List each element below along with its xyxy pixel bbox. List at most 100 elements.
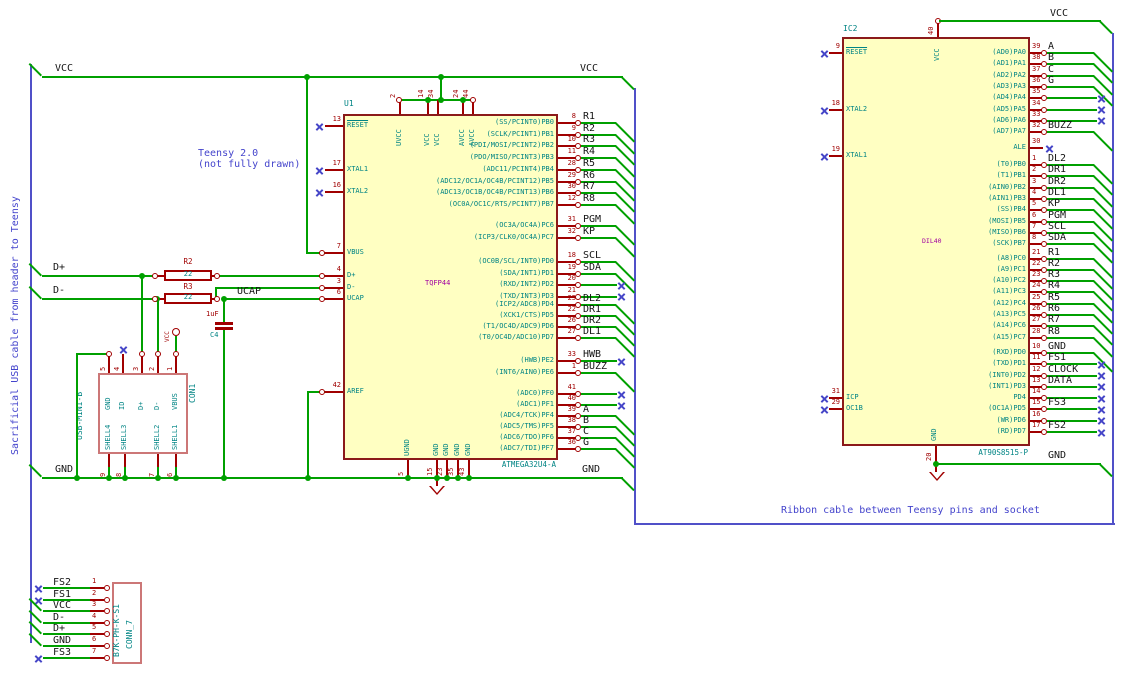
ic2-ref[interactable]: IC2 [843, 24, 857, 34]
net-label-GND[interactable]: GND [1048, 341, 1066, 352]
net-label-FS2[interactable]: FS2 [53, 577, 71, 588]
r3-value[interactable]: 22 [164, 293, 212, 302]
net-label-DL1[interactable]: DL1 [1048, 187, 1066, 198]
net-label-C[interactable]: C [583, 426, 589, 437]
note-sacrificial-usb[interactable]: Sacrificial USB cable from header to Tee… [10, 196, 21, 455]
note-teensy-line1[interactable]: Teensy 2.0 [198, 148, 258, 159]
net-label-R8[interactable]: R8 [1048, 326, 1060, 337]
net-label-DR1[interactable]: DR1 [1048, 164, 1066, 175]
net-label-gnd-right[interactable]: GND [582, 464, 600, 475]
net-label-B[interactable]: B [1048, 52, 1054, 63]
net-label-dminus[interactable]: D- [53, 285, 65, 296]
note-teensy-line2[interactable]: (not fully drawn) [198, 159, 300, 170]
net-label-BUZZ[interactable]: BUZZ [1048, 120, 1072, 131]
conn7-ref[interactable]: CONN_7 [125, 620, 135, 649]
u1-ref[interactable]: U1 [344, 99, 354, 109]
net-label-vcc-left[interactable]: VCC [55, 63, 73, 74]
net-label-FS3[interactable]: FS3 [53, 647, 71, 658]
net-label-SDA[interactable]: SDA [583, 262, 601, 273]
net-label-FS3[interactable]: FS3 [1048, 397, 1066, 408]
net-label-R1[interactable]: R1 [1048, 247, 1060, 258]
net-label-G[interactable]: G [1048, 75, 1054, 86]
net-label-R5[interactable]: R5 [1048, 292, 1060, 303]
net-label-VCC[interactable]: VCC [53, 600, 71, 611]
u1-pin-7-number: 7 [336, 242, 341, 250]
net-wire [1047, 97, 1097, 100]
net-label-vcc-ic2[interactable]: VCC [1050, 8, 1068, 19]
u1-pin-41-number: 41 [567, 383, 576, 391]
ic2-pin-10-name: (RXD)PD0 [992, 347, 1026, 356]
net-label-DL2[interactable]: DL2 [583, 293, 601, 304]
con1-dminus-riser [157, 299, 159, 354]
r3-ref[interactable]: R3 [164, 282, 212, 291]
con1-ref[interactable]: CON1 [188, 384, 198, 403]
net-label-GND[interactable]: GND [53, 635, 71, 646]
net-label-SCL[interactable]: SCL [1048, 221, 1066, 232]
net-label-R3[interactable]: R3 [1048, 269, 1060, 280]
conn7-value[interactable]: B7K-PH-K-S1 [112, 604, 122, 657]
net-label-gnd-ic2[interactable]: GND [1048, 450, 1066, 461]
wire-junction [438, 97, 444, 103]
net-label-C[interactable]: C [1048, 64, 1054, 75]
net-label-FS1[interactable]: FS1 [53, 589, 71, 600]
net-label-R2[interactable]: R2 [1048, 258, 1060, 269]
net-label-R8[interactable]: R8 [583, 193, 595, 204]
u1-pin-18-name: (OC0B/SCL/INT0)PD0 [478, 257, 554, 265]
net-label-HWB[interactable]: HWB [583, 349, 601, 360]
net-label-SDA[interactable]: SDA [1048, 232, 1066, 243]
net-label-D+[interactable]: D+ [53, 623, 65, 634]
net-label-R4[interactable]: R4 [1048, 280, 1060, 291]
net-label-R4[interactable]: R4 [583, 146, 595, 157]
net-label-CLOCK[interactable]: CLOCK [1048, 364, 1078, 375]
net-label-G[interactable]: G [583, 437, 589, 448]
c4-ref[interactable]: C4 [210, 331, 218, 340]
net-label-DR2[interactable]: DR2 [583, 315, 601, 326]
net-label-R6[interactable]: R6 [1048, 303, 1060, 314]
net-label-D-[interactable]: D- [53, 612, 65, 623]
ic2-part[interactable]: AT90S8515-P [928, 448, 1028, 457]
net-label-A[interactable]: A [1048, 41, 1054, 52]
net-label-DL2[interactable]: DL2 [1048, 153, 1066, 164]
u1-pin-40-number: 40 [567, 394, 576, 402]
net-label-A[interactable]: A [583, 404, 589, 415]
ic2-pin-18-stub [829, 109, 842, 111]
net-label-PGM[interactable]: PGM [583, 214, 601, 225]
u1-part[interactable]: ATMEGA32U4-A [456, 460, 556, 469]
net-label-DL1[interactable]: DL1 [583, 326, 601, 337]
net-label-R1[interactable]: R1 [583, 111, 595, 122]
usb-cable-line [30, 64, 32, 643]
net-label-gnd-left[interactable]: GND [55, 464, 73, 475]
net-label-B[interactable]: B [583, 415, 589, 426]
r2-ref[interactable]: R2 [164, 257, 212, 266]
net-label-R6[interactable]: R6 [583, 170, 595, 181]
no-connect-marker [1097, 405, 1106, 414]
net-label-R2[interactable]: R2 [583, 123, 595, 134]
net-label-PGM[interactable]: PGM [1048, 210, 1066, 221]
net-label-KP[interactable]: KP [583, 226, 595, 237]
net-label-R5[interactable]: R5 [583, 158, 595, 169]
net-label-dplus[interactable]: D+ [53, 262, 65, 273]
net-label-R3[interactable]: R3 [583, 134, 595, 145]
pin-end [470, 97, 476, 103]
r2-value[interactable]: 22 [164, 270, 212, 279]
net-label-ucap[interactable]: UCAP [237, 286, 261, 297]
ic2-pin20-number: 20 [925, 452, 933, 461]
net-label-FS1[interactable]: FS1 [1048, 352, 1066, 363]
net-label-vcc-right[interactable]: VCC [580, 63, 598, 74]
u1-pin-20-name: (RXD/INT2)PD2 [499, 280, 554, 288]
net-label-SCL[interactable]: SCL [583, 250, 601, 261]
net-label-FS2[interactable]: FS2 [1048, 420, 1066, 431]
net-label-R7[interactable]: R7 [1048, 314, 1060, 325]
note-ribbon-cable[interactable]: Ribbon cable between Teensy pins and soc… [781, 505, 1040, 516]
net-label-DR1[interactable]: DR1 [583, 304, 601, 315]
net-label-BUZZ[interactable]: BUZZ [583, 361, 607, 372]
net-label-KP[interactable]: KP [1048, 198, 1060, 209]
c4-value[interactable]: 1uF [206, 310, 219, 319]
ic2-pin-36-name: (AD3)PA3 [992, 81, 1026, 90]
net-label-R7[interactable]: R7 [583, 181, 595, 192]
net-label-DR2[interactable]: DR2 [1048, 176, 1066, 187]
no-connect-marker [617, 390, 626, 399]
schematic-canvas: Teensy 2.0 (not fully drawn) Ribbon cabl… [0, 0, 1131, 690]
wire-junction [221, 475, 227, 481]
net-label-DATA[interactable]: DATA [1048, 375, 1072, 386]
